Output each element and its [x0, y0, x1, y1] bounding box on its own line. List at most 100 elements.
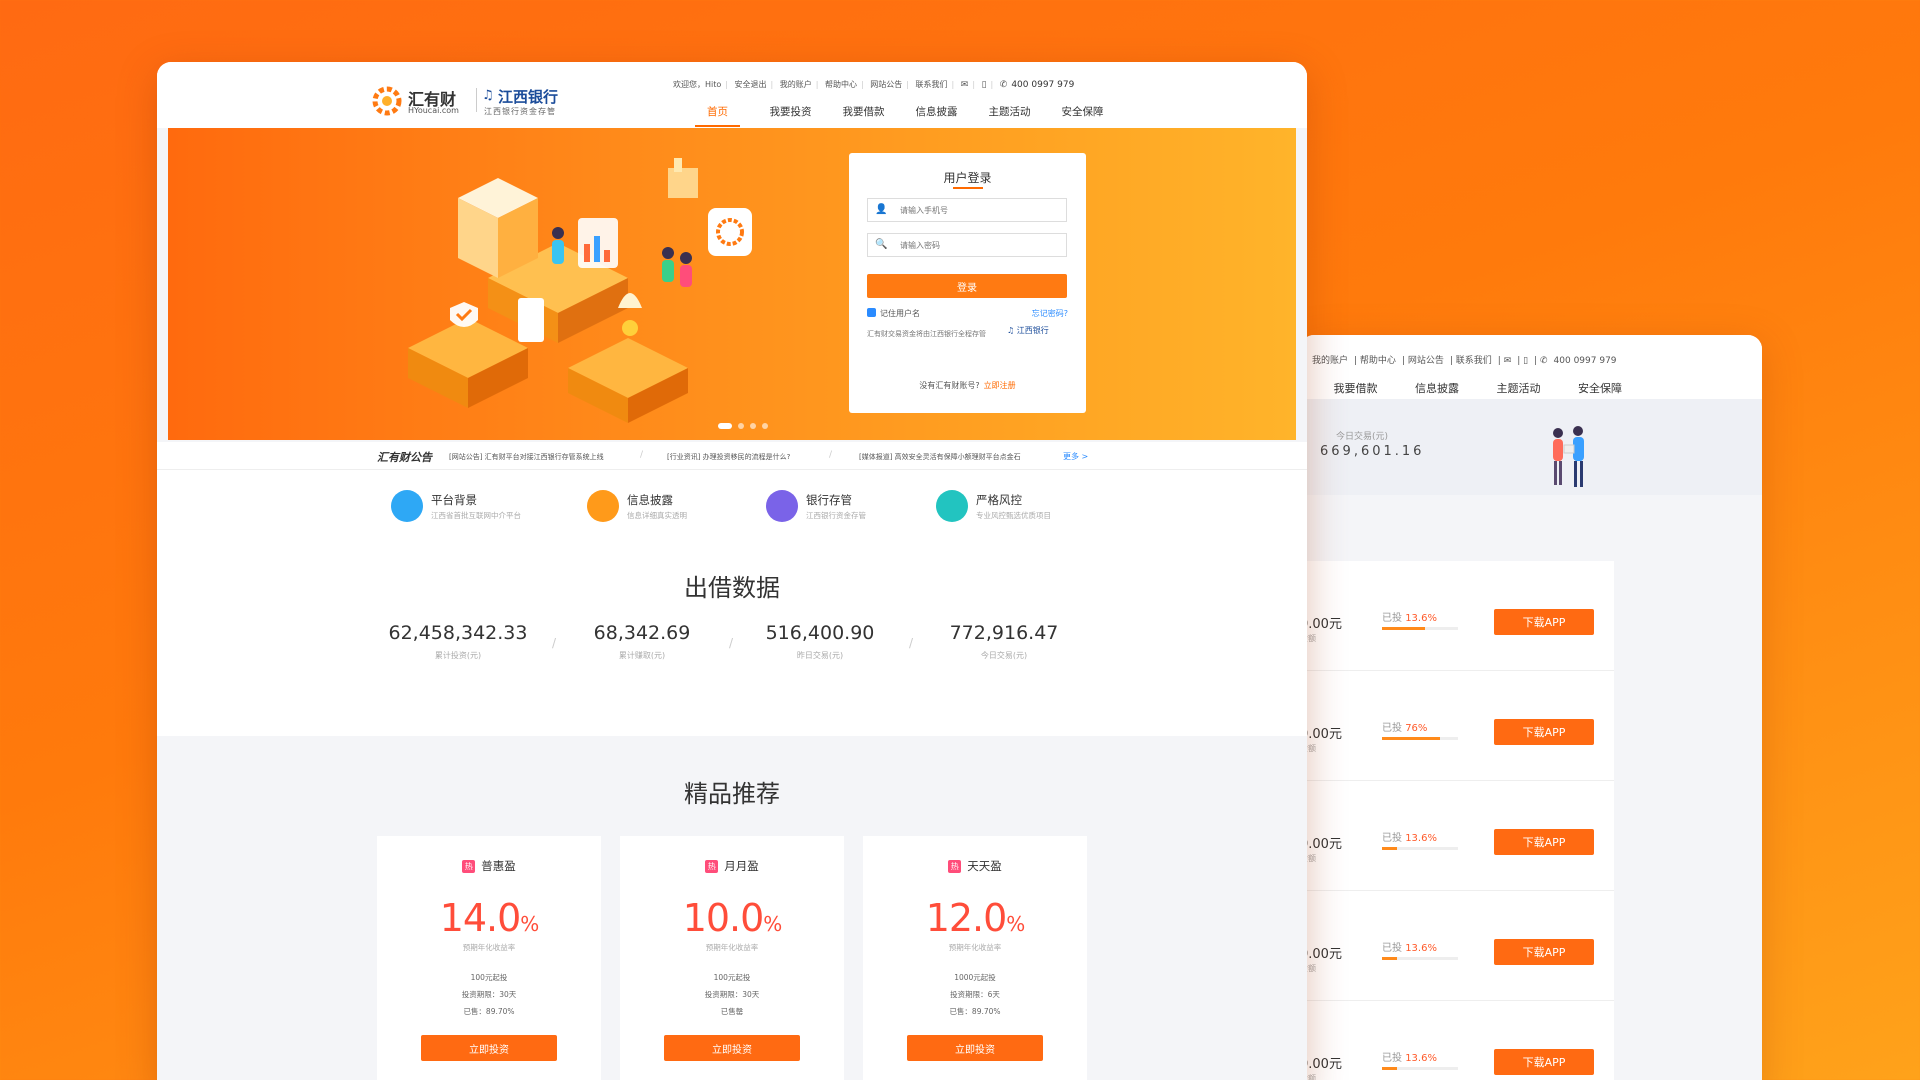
bank-name: 江西银行 — [498, 88, 559, 106]
carousel-dots — [718, 414, 774, 433]
list-progress: 已投 13.6% — [1382, 943, 1437, 954]
stat-label: 累计投资(元) — [434, 651, 482, 660]
shield-icon — [936, 490, 968, 522]
checkbox-icon[interactable] — [867, 308, 876, 317]
list-progress: 已投 76% — [1382, 723, 1428, 734]
min-invest: 100元起投 — [713, 973, 751, 982]
stat-yesterday: 516,400.90 昨日交易(元) — [720, 622, 920, 661]
nav-borrow[interactable]: 我要借款 — [827, 104, 900, 127]
invest-now-button[interactable]: 立即投资 — [421, 1035, 557, 1061]
site-logo[interactable]: 汇有财 HYoucai.com ♫ 江西银行 江西银行资金存管 — [372, 84, 582, 118]
feature-title: 银行存管 — [806, 493, 852, 507]
register-link[interactable]: 立即注册 — [984, 381, 1016, 390]
stat-total-invest: 62,458,342.33 累计投资(元) — [358, 622, 558, 661]
link-contact[interactable]: 联系我们 — [1456, 356, 1492, 366]
people-illustration — [1553, 426, 1584, 487]
min-invest: 1000元起投 — [954, 973, 996, 982]
nav-borrow[interactable]: 我要借款 — [1334, 380, 1378, 396]
notice-item[interactable]: [网站公告] 汇有财平台对接江西银行存管系统上线 — [449, 452, 604, 462]
download-app-button[interactable]: 下载APP — [1494, 829, 1594, 855]
rate-label: 预期年化收益率 — [462, 943, 516, 952]
carousel-dot[interactable] — [762, 423, 768, 429]
notice-item[interactable]: [行业资讯] 办理投资移民的流程是什么? — [667, 452, 790, 462]
product-card: 热月月盈 10.0% 预期年化收益率 100元起投 投资期限：30天 已售罄 立… — [620, 836, 844, 1080]
link-notices[interactable]: 网站公告 — [1408, 356, 1444, 366]
login-button[interactable]: 登录 — [867, 274, 1067, 298]
link-my-account[interactable]: 我的账户 — [780, 80, 812, 89]
phone-input[interactable] — [867, 198, 1067, 222]
nav-security[interactable]: 安全保障 — [1578, 380, 1622, 396]
secondary-header: 我的账户 | 帮助中心 | 网站公告 | 联系我们 | ✉ | ▯ | ✆ 400 0997 … — [1300, 335, 1762, 399]
link-contact[interactable]: 联系我们 — [916, 80, 948, 89]
link-help-center[interactable]: 帮助中心 — [1360, 356, 1396, 366]
link-logout[interactable]: 安全退出 — [735, 80, 767, 89]
product-rate: 12.0% — [925, 896, 1026, 940]
nav-invest[interactable]: 我要投资 — [754, 104, 827, 127]
product-card: 热天天盈 12.0% 预期年化收益率 1000元起投 投资期限：6天 已售：89… — [863, 836, 1087, 1080]
carousel-dot[interactable] — [750, 423, 756, 429]
nav-activities[interactable]: 主题活动 — [973, 104, 1046, 127]
feature-disclosure[interactable]: 信息披露 信息详细真实透明 — [587, 490, 747, 524]
mobile-icon[interactable]: ▯ — [982, 80, 987, 90]
top-links: 欢迎您，Hito | 安全退出 | 我的账户 | 帮助中心 | 网站公告 | 联系我们 | … — [673, 80, 1075, 90]
mobile-icon[interactable]: ▯ — [1523, 356, 1528, 366]
remember-checkbox[interactable]: 记住用户名 — [867, 308, 920, 319]
notice-bar: 汇有财公告 [网站公告] 汇有财平台对接江西银行存管系统上线 / [行业资讯] … — [157, 442, 1307, 470]
progress-bar — [1382, 737, 1458, 740]
stat-label: 今日交易(元) — [980, 651, 1028, 660]
welcome-text: 欢迎您，Hito — [673, 80, 722, 89]
nav-activities[interactable]: 主题活动 — [1497, 380, 1541, 396]
forgot-password-link[interactable]: 忘记密码? — [1032, 308, 1068, 319]
nav-home[interactable]: 首页 — [681, 104, 754, 127]
stat-value: 68,342.69 — [593, 622, 691, 644]
product-name: 热月月盈 — [620, 858, 844, 874]
carousel-dot[interactable] — [738, 423, 744, 429]
nav-security[interactable]: 安全保障 — [1046, 104, 1119, 127]
list-progress: 已投 13.6% — [1382, 833, 1437, 844]
notice-more-link[interactable]: 更多 > — [1063, 451, 1088, 462]
hot-tag: 热 — [948, 860, 962, 873]
product-rate: 10.0% — [682, 896, 783, 940]
wechat-icon[interactable]: ✉ — [961, 80, 969, 90]
list-item: 0.00元 金额 已投 13.6% 下载APP — [1300, 781, 1614, 891]
hot-tag: 热 — [462, 860, 476, 873]
feature-custody[interactable]: 银行存管 江西银行资金存管 — [766, 490, 926, 524]
rate-label: 预期年化收益率 — [705, 943, 759, 952]
secondary-page-window: 我的账户 | 帮助中心 | 网站公告 | 联系我们 | ✉ | ▯ | ✆ 400 0997 … — [1300, 335, 1762, 1080]
link-notices[interactable]: 网站公告 — [870, 80, 902, 89]
remember-label: 记住用户名 — [880, 309, 920, 318]
feature-platform[interactable]: 平台背景 江西省首批互联网中介平台 — [391, 490, 551, 524]
logo-icon — [372, 86, 402, 116]
download-app-button[interactable]: 下载APP — [1494, 719, 1594, 745]
download-app-button[interactable]: 下载APP — [1494, 1049, 1594, 1075]
download-app-button[interactable]: 下载APP — [1494, 609, 1594, 635]
invest-now-button[interactable]: 立即投资 — [664, 1035, 800, 1061]
feature-subtitle: 江西省首批互联网中介平台 — [431, 511, 521, 520]
carousel-dot[interactable] — [718, 423, 732, 429]
hot-tag: 热 — [705, 860, 719, 873]
site-header: 汇有财 HYoucai.com ♫ 江西银行 江西银行资金存管 欢迎您，Hito… — [157, 62, 1307, 128]
feature-risk-control[interactable]: 严格风控 专业风控甄选优质项目 — [936, 490, 1096, 524]
wechat-icon[interactable]: ✉ — [1504, 356, 1512, 366]
invest-term: 投资期限：30天 — [704, 990, 760, 999]
link-my-account[interactable]: 我的账户 — [1312, 356, 1348, 366]
invest-term: 投资期限：30天 — [461, 990, 517, 999]
link-help-center[interactable]: 帮助中心 — [825, 80, 857, 89]
min-invest: 100元起投 — [470, 973, 508, 982]
bank-logo-icon: ♫ — [482, 88, 494, 103]
isometric-illustration — [408, 158, 752, 423]
logo-domain: HYoucai.com — [408, 106, 459, 115]
user-icon: 👤 — [875, 204, 888, 215]
progress-fill — [1382, 737, 1440, 740]
feature-title: 严格风控 — [976, 493, 1022, 507]
list-item: 0.00元 金额 已投 13.6% 下载APP — [1300, 891, 1614, 1001]
download-app-button[interactable]: 下载APP — [1494, 939, 1594, 965]
login-title-underline — [953, 187, 983, 189]
nav-disclosure[interactable]: 信息披露 — [1415, 380, 1459, 396]
nav-disclosure[interactable]: 信息披露 — [900, 104, 973, 127]
notice-item[interactable]: [媒体报道] 高效安全灵活有保障小额理财平台点金石 — [859, 452, 1021, 462]
feature-subtitle: 专业风控甄选优质项目 — [976, 511, 1051, 520]
list-item: 0.00元 金额 已投 13.6% 下载APP — [1300, 1001, 1614, 1080]
password-input[interactable] — [867, 233, 1067, 257]
invest-now-button[interactable]: 立即投资 — [907, 1035, 1043, 1061]
